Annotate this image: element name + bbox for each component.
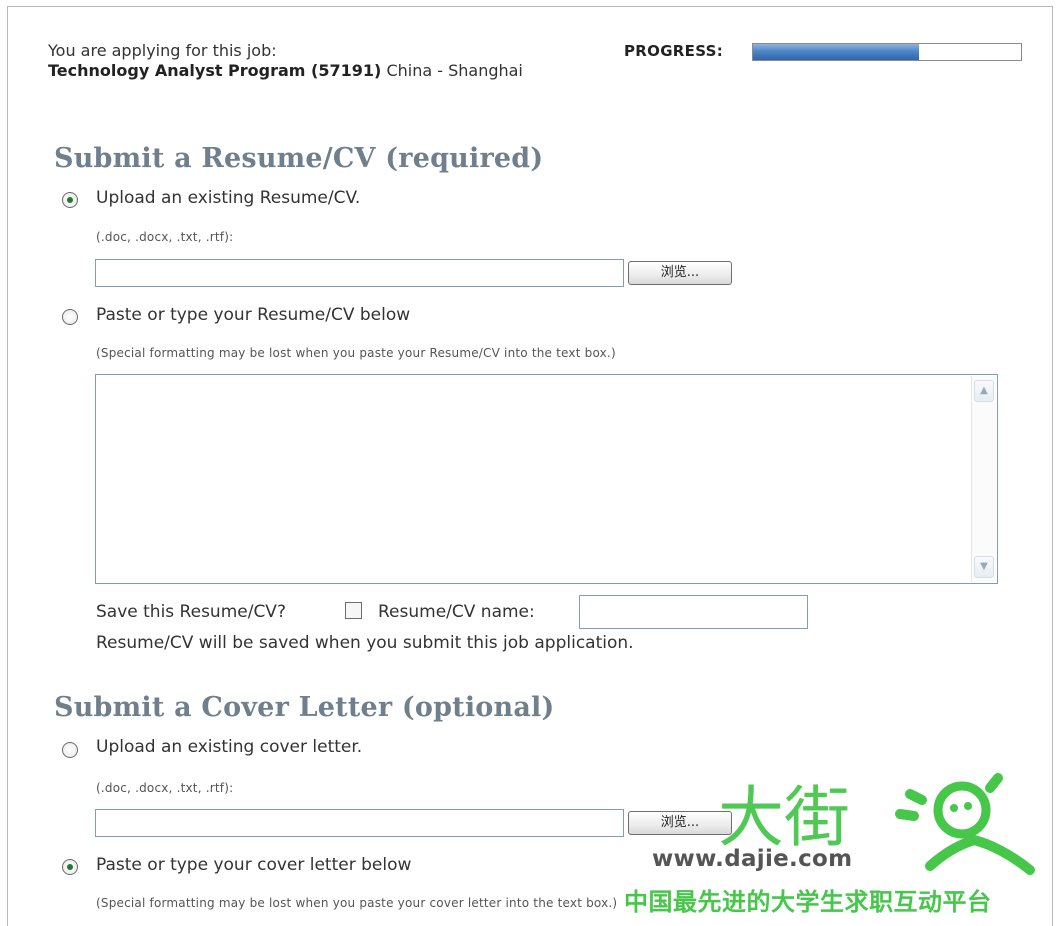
save-resume-label: Save this Resume/CV? <box>96 602 286 622</box>
cover-upload-radio[interactable] <box>62 742 78 758</box>
progress-bar <box>752 43 1022 61</box>
scroll-up-icon[interactable]: ▲ <box>974 380 994 402</box>
resume-textarea-scrollbar[interactable]: ▲ ▼ <box>971 376 996 582</box>
cover-upload-label[interactable]: Upload an existing cover letter. <box>96 737 362 757</box>
cover-file-types: (.doc, .docx, .txt, .rtf): <box>96 781 234 795</box>
cover-paste-label[interactable]: Paste or type your cover letter below <box>96 855 411 875</box>
running-figure-logo-icon <box>870 770 1040 882</box>
resume-paste-radio[interactable] <box>62 309 78 325</box>
cover-browse-button[interactable]: 浏览... <box>628 811 732 835</box>
progress-fill <box>753 44 920 60</box>
resume-section-heading: Submit a Resume/CV (required) <box>54 143 544 174</box>
scroll-down-icon[interactable]: ▼ <box>974 556 994 578</box>
resume-name-label: Resume/CV name: <box>378 602 535 622</box>
job-location: China - Shanghai <box>386 61 523 80</box>
cover-section-heading: Submit a Cover Letter (optional) <box>54 692 555 723</box>
applying-intro: You are applying for this job: <box>48 41 277 60</box>
job-summary: You are applying for this job: Technolog… <box>48 41 588 81</box>
resume-name-input[interactable] <box>579 595 808 629</box>
progress-label: PROGRESS: <box>624 42 724 60</box>
resume-browse-button[interactable]: 浏览... <box>628 261 732 285</box>
watermark-url: www.dajie.com <box>652 846 853 872</box>
cover-file-input[interactable] <box>95 809 624 837</box>
job-title: Technology Analyst Program (57191) <box>48 61 382 80</box>
resume-paste-label[interactable]: Paste or type your Resume/CV below <box>96 305 410 325</box>
resume-textarea[interactable]: ▲ ▼ <box>95 374 998 584</box>
resume-upload-radio[interactable] <box>62 192 78 208</box>
resume-file-input[interactable] <box>95 259 624 287</box>
resume-paste-hint: (Special formatting may be lost when you… <box>96 346 616 360</box>
resume-upload-label[interactable]: Upload an existing Resume/CV. <box>96 188 360 208</box>
resume-save-note: Resume/CV will be saved when you submit … <box>96 633 634 653</box>
resume-file-types: (.doc, .docx, .txt, .rtf): <box>96 230 234 244</box>
cover-paste-radio[interactable] <box>62 859 78 875</box>
cover-paste-hint: (Special formatting may be lost when you… <box>96 896 618 910</box>
save-resume-checkbox[interactable] <box>345 602 362 619</box>
